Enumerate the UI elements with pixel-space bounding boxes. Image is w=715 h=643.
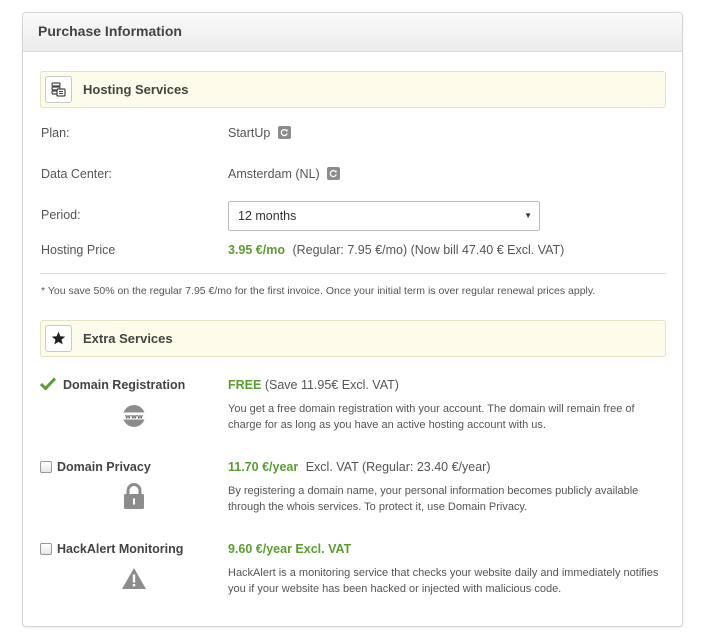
domain-privacy-checkbox[interactable] <box>40 461 52 473</box>
discount-note: * You save 50% on the regular 7.95 €/mo … <box>41 285 596 297</box>
extra-services-header: Extra Services <box>40 320 666 357</box>
extra-services-title: Extra Services <box>83 331 173 346</box>
www-globe-icon: www <box>123 405 145 427</box>
period-select[interactable]: 12 months ▼ <box>228 201 540 231</box>
hosting-price-label: Hosting Price <box>41 243 116 257</box>
warning-triangle-icon <box>122 568 146 589</box>
hosting-price-group: 3.95 €/mo (Regular: 7.95 €/mo) (Now bill… <box>228 243 564 257</box>
change-plan-refresh-icon[interactable] <box>277 126 291 139</box>
datacenter-value: Amsterdam (NL) <box>228 167 320 181</box>
change-datacenter-refresh-icon[interactable] <box>327 167 341 180</box>
service-price-group: 11.70 €/year Excl. VAT (Regular: 23.40 €… <box>228 460 491 474</box>
service-price-group: FREE (Save 11.95€ Excl. VAT) <box>228 378 399 392</box>
service-price: 11.70 €/year <box>228 460 299 474</box>
service-price-suffix: Excl. VAT (Regular: 23.40 €/year) <box>305 460 491 474</box>
hackalert-checkbox[interactable] <box>40 543 52 555</box>
checkmark-icon[interactable] <box>40 377 56 390</box>
service-description: You get a free domain registration with … <box>228 403 635 431</box>
period-selected-value: 12 months <box>238 209 297 223</box>
period-label: Period: <box>41 208 81 222</box>
panel-title: Purchase Information <box>23 13 682 52</box>
plan-label: Plan: <box>41 126 70 140</box>
hosting-price-amount: 3.95 €/mo <box>228 243 285 257</box>
hosting-services-header: Hosting Services <box>40 71 666 108</box>
hosting-price-details: (Regular: 7.95 €/mo) (Now bill 47.40 € E… <box>292 243 565 257</box>
service-price-suffix: (Save 11.95€ Excl. VAT) <box>264 378 399 392</box>
service-price: 9.60 €/year Excl. VAT <box>228 542 352 556</box>
service-name: Domain Registration <box>63 378 186 392</box>
datacenter-label: Data Center: <box>41 167 112 181</box>
service-name: HackAlert Monitoring <box>57 542 184 556</box>
dropdown-arrow-icon: ▼ <box>524 211 532 220</box>
hosting-services-title: Hosting Services <box>83 82 189 97</box>
service-description: HackAlert is a monitoring service that c… <box>228 567 659 595</box>
datacenter-value-group: Amsterdam (NL) <box>228 167 341 181</box>
server-stack-icon <box>45 76 72 103</box>
svg-text:www: www <box>125 412 143 420</box>
divider <box>40 273 666 274</box>
service-description: By registering a domain name, your perso… <box>228 485 639 513</box>
padlock-icon <box>124 483 144 509</box>
purchase-information-panel: Purchase Information Hosting Services Pl… <box>22 12 683 627</box>
plan-value: StartUp <box>228 126 271 140</box>
service-name: Domain Privacy <box>57 460 151 474</box>
star-icon <box>45 325 72 352</box>
plan-value-group: StartUp <box>228 126 291 140</box>
service-price-group: 9.60 €/year Excl. VAT <box>228 542 351 556</box>
service-price: FREE <box>228 378 262 392</box>
